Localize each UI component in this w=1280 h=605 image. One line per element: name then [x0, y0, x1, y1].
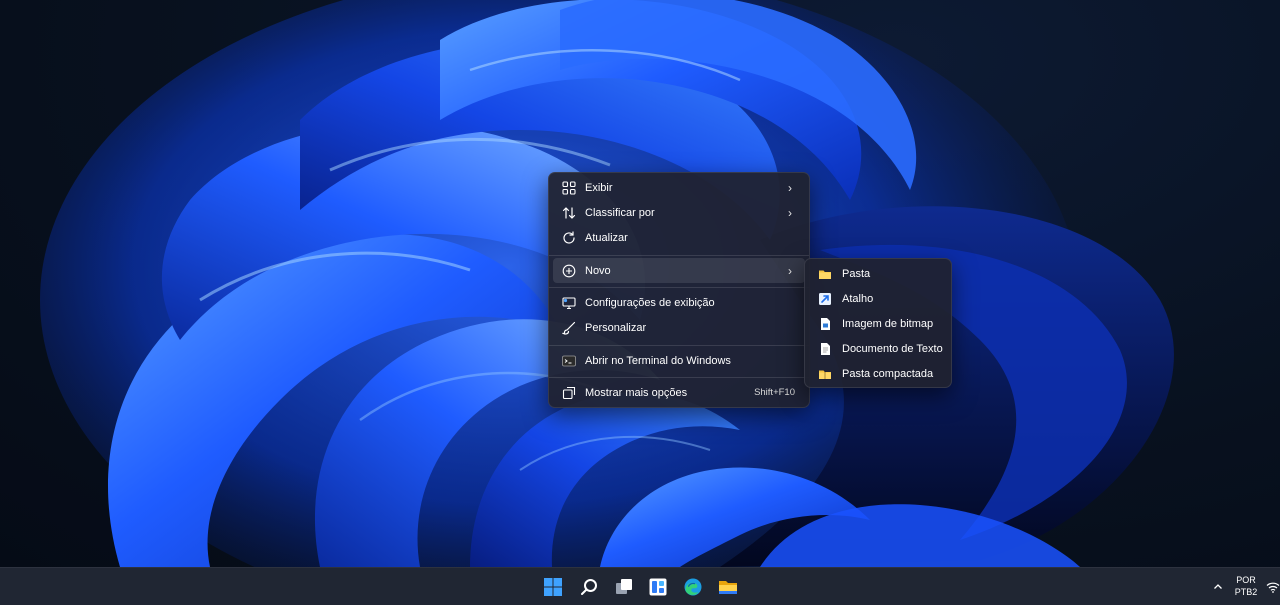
menu-separator — [549, 345, 809, 346]
submenu-item-imagem-bitmap[interactable]: Imagem de bitmap — [809, 311, 947, 336]
menu-item-atualizar[interactable]: Atualizar — [553, 225, 805, 250]
menu-item-label: Abrir no Terminal do Windows — [585, 354, 731, 367]
menu-item-mostrar-mais-opcoes[interactable]: Mostrar mais opções Shift+F10 — [553, 380, 805, 405]
menu-item-label: Personalizar — [585, 321, 647, 334]
submenu-item-documento-texto[interactable]: Documento de Texto — [809, 336, 947, 361]
submenu-item-label: Pasta compactada — [842, 367, 934, 380]
windows-start-icon[interactable] — [541, 575, 565, 599]
file-explorer-icon[interactable] — [716, 575, 740, 599]
menu-item-label: Novo — [585, 264, 611, 277]
chevron-right-icon: › — [788, 180, 792, 195]
widgets-icon[interactable] — [646, 575, 670, 599]
language-indicator[interactable]: POR PTB2 — [1233, 574, 1259, 598]
menu-separator — [549, 287, 809, 288]
menu-separator — [549, 377, 809, 378]
brush-icon — [561, 320, 577, 336]
zip-folder-icon — [817, 366, 833, 382]
menu-item-label: Mostrar mais opções — [585, 386, 688, 399]
menu-item-label: Classificar por — [585, 206, 655, 219]
refresh-icon — [561, 230, 577, 246]
submenu-item-pasta-compactada[interactable]: Pasta compactada — [809, 361, 947, 386]
sort-arrows-icon — [561, 205, 577, 221]
submenu-item-pasta[interactable]: Pasta — [809, 261, 947, 286]
submenu-item-label: Documento de Texto — [842, 342, 943, 355]
keyboard-layout: PTB2 — [1234, 587, 1258, 597]
novo-submenu: Pasta Atalho Imagem de bitmap Documento … — [804, 258, 952, 388]
new-plus-icon — [561, 263, 577, 279]
menu-item-classificar-por[interactable]: Classificar por › — [553, 200, 805, 225]
search-icon[interactable] — [577, 575, 601, 599]
more-options-icon — [561, 385, 577, 401]
shortcut-icon — [817, 291, 833, 307]
terminal-icon — [561, 353, 577, 369]
language-code: POR — [1236, 575, 1256, 585]
menu-item-label: Configurações de exibição — [585, 296, 715, 309]
menu-item-configuracoes-de-exibicao[interactable]: Configurações de exibição — [553, 290, 805, 315]
menu-item-novo[interactable]: Novo › — [553, 258, 805, 283]
submenu-item-label: Imagem de bitmap — [842, 317, 934, 330]
chevron-up-icon[interactable] — [1208, 575, 1228, 599]
submenu-item-label: Pasta — [842, 267, 871, 280]
taskbar: POR PTB2 — [0, 567, 1280, 605]
chevron-right-icon: › — [788, 263, 792, 278]
submenu-item-atalho[interactable]: Atalho — [809, 286, 947, 311]
bitmap-file-icon — [817, 316, 833, 332]
text-document-icon — [817, 341, 833, 357]
menu-item-personalizar[interactable]: Personalizar — [553, 315, 805, 340]
menu-item-label: Atualizar — [585, 231, 628, 244]
desktop-context-menu: Exibir › Classificar por › Atualizar Nov… — [548, 172, 810, 408]
desktop[interactable]: Exibir › Classificar por › Atualizar Nov… — [0, 0, 1280, 567]
menu-item-exibir[interactable]: Exibir › — [553, 175, 805, 200]
display-settings-icon — [561, 295, 577, 311]
folder-icon — [817, 266, 833, 282]
menu-item-abrir-terminal[interactable]: Abrir no Terminal do Windows — [553, 348, 805, 373]
menu-separator — [549, 255, 809, 256]
menu-item-label: Exibir — [585, 181, 613, 194]
edge-browser-icon[interactable] — [681, 575, 705, 599]
grid-view-icon — [561, 180, 577, 196]
keyboard-shortcut: Shift+F10 — [754, 387, 795, 398]
wifi-icon[interactable] — [1266, 575, 1280, 599]
submenu-item-label: Atalho — [842, 292, 874, 305]
chevron-right-icon: › — [788, 205, 792, 220]
task-view-icon[interactable] — [612, 575, 636, 599]
